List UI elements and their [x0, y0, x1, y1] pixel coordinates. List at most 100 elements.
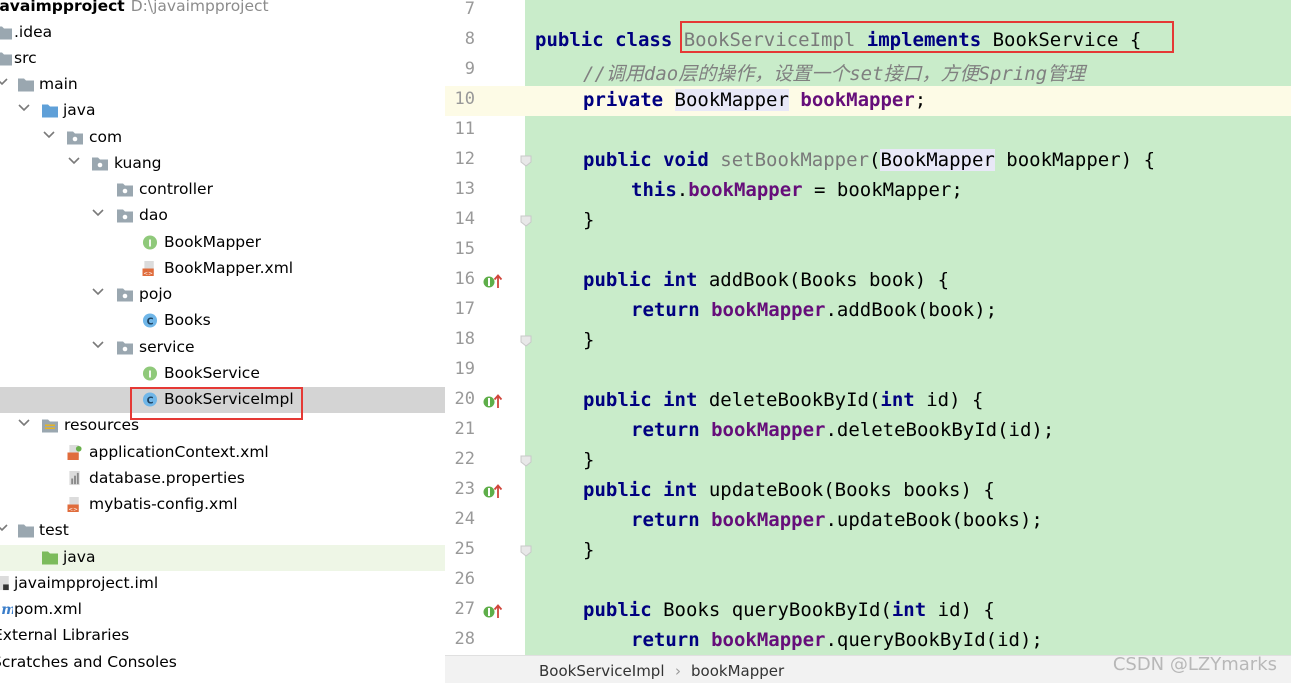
tree-item-controller[interactable]: controller [0, 177, 445, 203]
tree-item-java-source[interactable]: java [0, 98, 445, 124]
code-line[interactable]: 26 [445, 566, 1291, 596]
code-line[interactable]: 19 [445, 356, 1291, 386]
tree-item-dao[interactable]: dao [0, 203, 445, 229]
code-line[interactable]: 21 return bookMapper.deleteBookById(id); [445, 416, 1291, 446]
code-line[interactable]: 22} [445, 446, 1291, 476]
tree-item-pojo[interactable]: pojo [0, 282, 445, 308]
tree-item-external-libraries[interactable]: External Libraries [0, 623, 445, 649]
code-line[interactable]: 15 [445, 236, 1291, 266]
line-number: 7 [464, 0, 475, 19]
code-token: return [631, 629, 700, 651]
line-number: 27 [454, 599, 475, 619]
chevron-down-icon[interactable] [42, 128, 56, 142]
implements-method-icon[interactable] [483, 602, 503, 620]
code-line[interactable]: 10 private BookMapper bookMapper; [445, 86, 1291, 116]
tree-item-label: java [63, 101, 96, 119]
tree-item-resources[interactable]: resources [0, 413, 445, 439]
fold-marker-icon[interactable] [520, 455, 532, 467]
chevron-down-icon[interactable] [17, 101, 31, 115]
implements-method-icon[interactable] [483, 392, 503, 410]
code-token: bookMapper [711, 299, 826, 321]
tree-item-bookserviceimpl[interactable]: C BookServiceImpl [0, 387, 445, 413]
tree-item-bookmapper-xml[interactable]: <> BookMapper.xml [0, 256, 445, 282]
code-line[interactable]: 11 [445, 116, 1291, 146]
tree-item-pom-xml[interactable]: m pom.xml [0, 597, 445, 623]
code-token: BookMapper [880, 149, 995, 171]
tree-root-project[interactable]: javaimpproject D:\javaimpproject [0, 0, 445, 20]
code-line[interactable]: 28 return bookMapper.queryBookById(id); [445, 626, 1291, 655]
tree-item-kuang[interactable]: kuang [0, 151, 445, 177]
class-icon: C [142, 313, 158, 328]
code-token: return [631, 299, 700, 321]
chevron-down-icon[interactable] [67, 154, 81, 168]
code-line[interactable]: 20 public int deleteBookById(int id) { [445, 386, 1291, 416]
code-line[interactable]: 24 return bookMapper.updateBook(books); [445, 506, 1291, 536]
tree-item-main[interactable]: main [0, 72, 445, 98]
code-editor[interactable]: 7 8 public class BookServiceImpl implement… [445, 0, 1291, 655]
tree-item-com[interactable]: com [0, 125, 445, 151]
tree-item-java-test[interactable]: java [0, 545, 445, 571]
line-number: 24 [454, 509, 475, 529]
chevron-down-icon[interactable] [91, 338, 105, 352]
code-token: bookMapper [800, 89, 915, 111]
tree-item-iml[interactable]: javaimpproject.iml [0, 571, 445, 597]
tree-item-test[interactable]: test [0, 518, 445, 544]
tree-item-bookmapper[interactable]: I BookMapper [0, 230, 445, 256]
code-token: .queryBookById(id); [825, 629, 1043, 651]
code-token: BookMapper [674, 89, 789, 111]
code-line[interactable]: 17 return bookMapper.addBook(book); [445, 296, 1291, 326]
chevron-down-icon[interactable] [91, 206, 105, 220]
tree-item-scratches[interactable]: Scratches and Consoles [0, 650, 445, 676]
chevron-down-icon[interactable] [17, 416, 31, 430]
breadcrumb-item-class[interactable]: BookServiceImpl [539, 662, 665, 680]
code-line[interactable]: 18} [445, 326, 1291, 356]
breadcrumb-item-field[interactable]: bookMapper [691, 662, 784, 680]
code-line[interactable]: 16 public int addBook(Books book) { [445, 266, 1291, 296]
interface-icon: I [142, 235, 158, 250]
code-line[interactable]: 8 public class BookServiceImpl implements… [445, 26, 1291, 56]
tree-item-service[interactable]: service [0, 335, 445, 361]
code-line[interactable]: 14} [445, 206, 1291, 236]
implements-method-icon[interactable] [483, 272, 503, 290]
fold-marker-icon[interactable] [520, 545, 532, 557]
line-number: 23 [454, 479, 475, 499]
tree-root-label: javaimpproject D:\javaimpproject [0, 0, 269, 15]
fold-marker-icon[interactable] [520, 335, 532, 347]
svg-text:<>: <> [143, 271, 153, 276]
code-line[interactable]: 27 public Books queryBookById(int id) { [445, 596, 1291, 626]
code-line[interactable]: 23 public int updateBook(Books books) { [445, 476, 1291, 506]
svg-text:I: I [148, 238, 151, 249]
tree-item-src[interactable]: src [0, 46, 445, 72]
code-token: public class [535, 29, 673, 51]
chevron-down-icon[interactable] [91, 285, 105, 299]
fold-marker-icon[interactable] [520, 215, 532, 227]
tree-item-database-properties[interactable]: database.properties [0, 466, 445, 492]
code-token: id) { [926, 599, 995, 621]
code-token: .addBook(book); [825, 299, 998, 321]
folder-icon [0, 52, 12, 66]
code-line[interactable]: 9 //调用dao层的操作，设置一个set接口，方便Spring管理 [445, 56, 1291, 86]
chevron-down-icon[interactable] [0, 75, 9, 89]
code-line[interactable]: 7 [445, 0, 1291, 26]
tree-item-mybatis-config-xml[interactable]: <> mybatis-config.xml [0, 492, 445, 518]
line-number: 18 [454, 329, 475, 349]
tree-item-books[interactable]: C Books [0, 308, 445, 334]
chevron-down-icon[interactable] [0, 521, 9, 535]
tree-item-bookservice[interactable]: I BookService [0, 361, 445, 387]
code-token: bookMapper) { [994, 149, 1156, 171]
test-folder-icon [42, 551, 58, 565]
code-line[interactable]: 25} [445, 536, 1291, 566]
folder-icon [0, 26, 12, 40]
fold-marker-icon[interactable] [520, 155, 532, 167]
tree-item-applicationcontext-xml[interactable]: applicationContext.xml [0, 440, 445, 466]
code-line[interactable]: 13 this.bookMapper = bookMapper; [445, 176, 1291, 206]
svg-text:C: C [147, 395, 154, 406]
tree-item-idea[interactable]: .idea [0, 20, 445, 46]
package-icon [92, 157, 108, 171]
implements-method-icon[interactable] [483, 482, 503, 500]
code-line[interactable]: 12 public void setBookMapper(BookMapper b… [445, 146, 1291, 176]
code-text: public Books queryBookById(int id) { [583, 599, 995, 621]
